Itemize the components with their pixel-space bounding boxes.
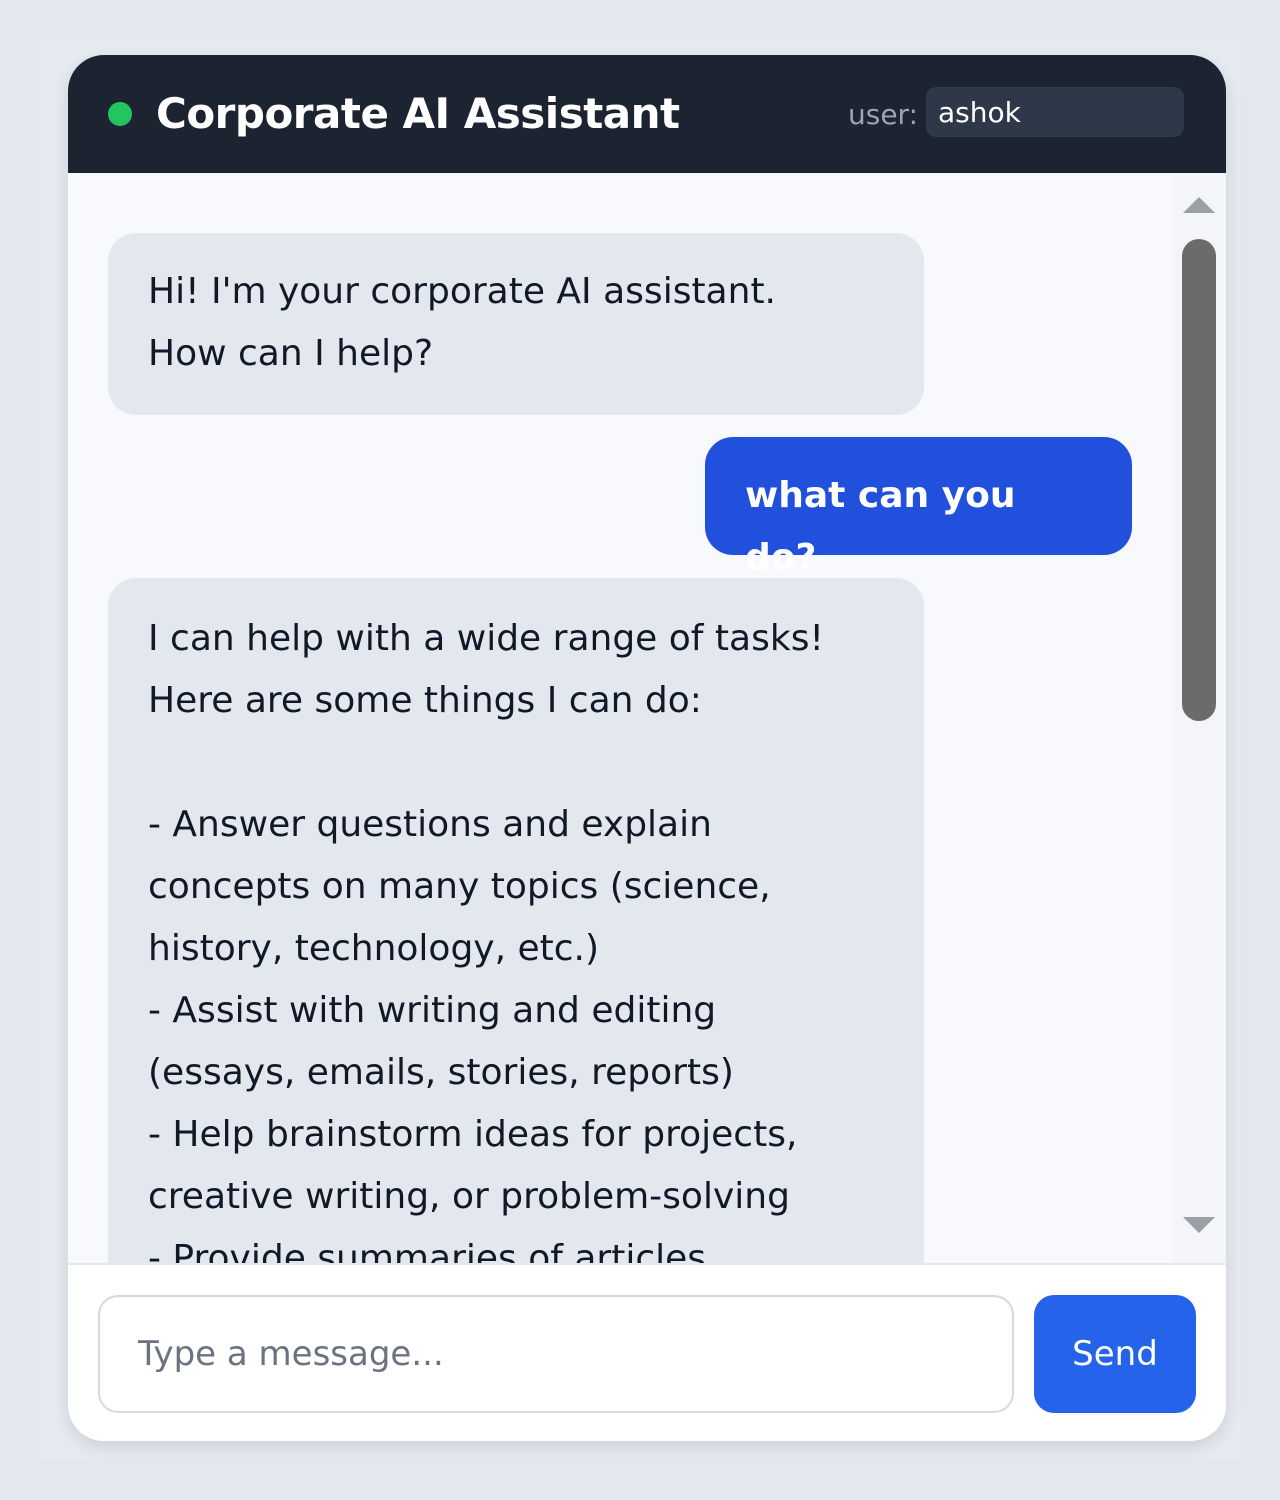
scrollbar-thumb[interactable] xyxy=(1182,239,1216,721)
chat-window: Corporate AI Assistant user: Hi! I'm you… xyxy=(68,55,1226,1441)
scroll-up-arrow-icon[interactable] xyxy=(1183,197,1215,213)
assistant-message: Hi! I'm your corporate AI assistant. How… xyxy=(108,233,924,415)
chat-title: Corporate AI Assistant xyxy=(156,89,680,138)
user-label: user: xyxy=(848,98,919,131)
chat-header: Corporate AI Assistant user: xyxy=(68,55,1226,173)
message-list[interactable]: Hi! I'm your corporate AI assistant. How… xyxy=(68,173,1172,1263)
scroll-down-arrow-icon[interactable] xyxy=(1183,1217,1215,1233)
online-status-icon xyxy=(108,102,132,126)
message-composer: Send xyxy=(68,1263,1226,1441)
user-name-input[interactable] xyxy=(926,87,1184,137)
send-button[interactable]: Send xyxy=(1034,1295,1196,1413)
message-scrollbar[interactable] xyxy=(1172,173,1226,1263)
user-message: what can you do? xyxy=(705,437,1132,578)
message-input[interactable] xyxy=(98,1295,1014,1413)
assistant-message: I can help with a wide range of tasks! H… xyxy=(108,578,924,1263)
